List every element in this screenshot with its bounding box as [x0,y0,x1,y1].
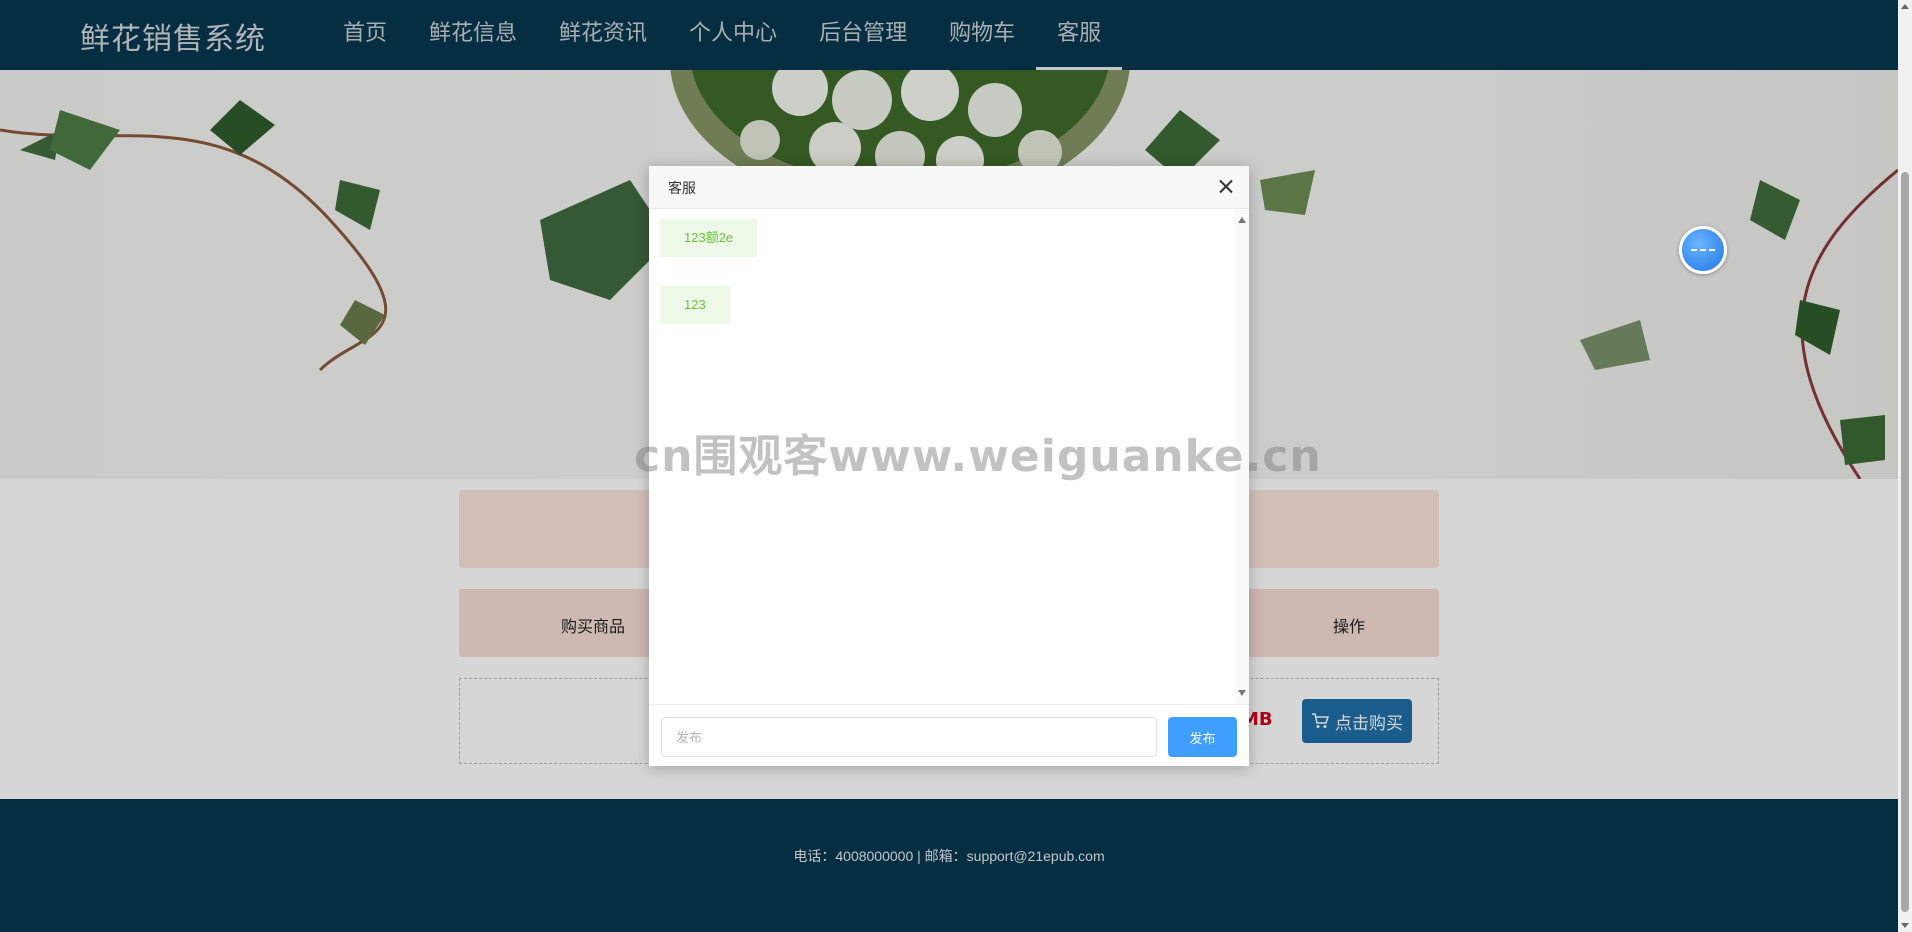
close-icon[interactable] [1215,176,1237,198]
dialog-header: 客服 [649,166,1249,209]
chat-input[interactable] [661,717,1157,757]
page-scroll-down-icon[interactable] [1901,923,1909,928]
page-scroll-thumb[interactable] [1901,172,1909,912]
scroll-down-arrow-icon[interactable] [1238,690,1246,696]
chat-message: 123额2e [660,219,758,257]
page-scroll-up-icon[interactable] [1901,4,1909,9]
scroll-up-arrow-icon[interactable] [1238,217,1246,223]
send-button[interactable]: 发布 [1168,717,1237,757]
float-assistant-icon[interactable] [1679,226,1727,274]
watermark: cn围观客www.weiguanke.cn [634,431,1322,482]
page-scrollbar[interactable] [1898,0,1912,932]
chat-message: 123 [660,286,730,324]
dialog-title: 客服 [668,181,696,197]
